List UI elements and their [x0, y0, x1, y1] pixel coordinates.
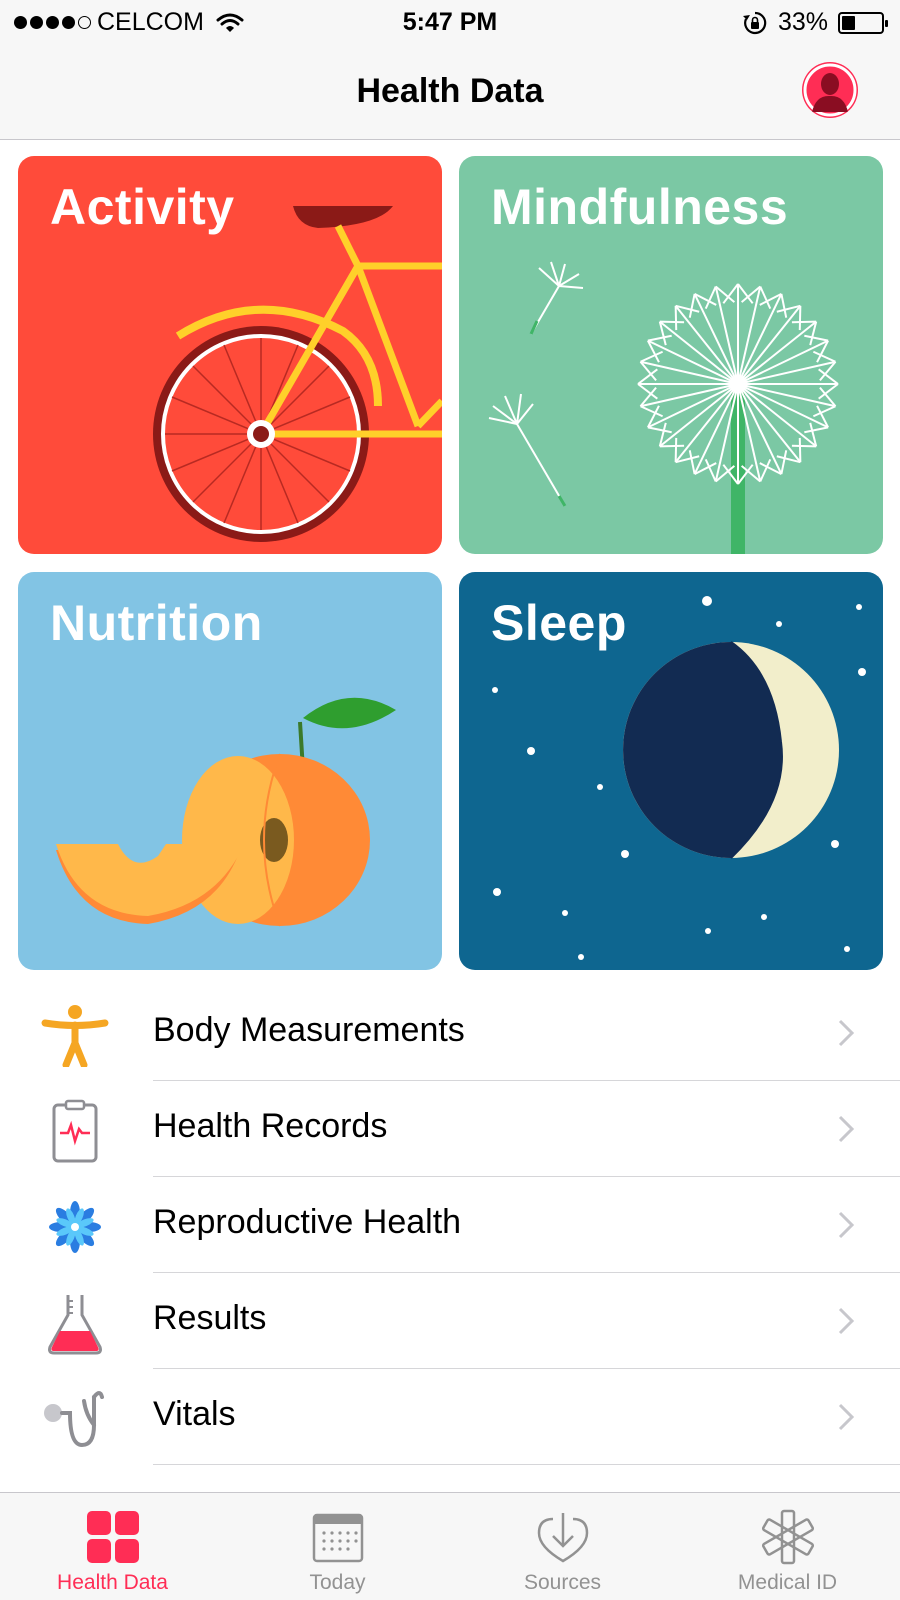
tab-today[interactable]: Today — [225, 1493, 450, 1600]
list-item-label: Vitals — [153, 1395, 236, 1433]
row-separator — [153, 1464, 900, 1465]
list-item-label: Health Records — [153, 1107, 388, 1145]
list-item-body-measurements[interactable]: Body Measurements — [0, 985, 900, 1081]
tab-sources[interactable]: Sources — [450, 1493, 675, 1600]
list-item-label: Results — [153, 1299, 267, 1337]
chevron-right-icon — [838, 1019, 855, 1047]
battery-icon — [838, 11, 888, 34]
flask-icon — [48, 1295, 102, 1355]
tile-mindfulness[interactable]: Mindfulness — [459, 156, 883, 554]
status-bar: CELCOM 5:47 PM 33% — [0, 0, 900, 44]
list-item-label: Reproductive Health — [153, 1203, 462, 1241]
tab-label: Sources — [523, 1571, 602, 1594]
chevron-right-icon — [838, 1307, 855, 1335]
asterisk-icon — [761, 1509, 814, 1565]
tile-title: Sleep — [491, 595, 627, 651]
stethoscope-icon — [44, 1391, 104, 1448]
navigation-bar: Health Data — [0, 44, 900, 140]
heart-download-icon — [537, 1513, 588, 1563]
list-item-health-records[interactable]: Health Records — [0, 1081, 900, 1177]
tile-sleep[interactable]: Sleep — [459, 572, 883, 970]
profile-button[interactable] — [802, 62, 858, 118]
flower-icon — [49, 1201, 101, 1253]
body-figure-icon — [41, 1005, 109, 1067]
category-list: Body Measurements Health Records Reprodu… — [0, 985, 900, 1465]
tile-activity[interactable]: Activity — [18, 156, 442, 554]
tab-label: Today — [309, 1571, 366, 1594]
list-item-reproductive-health[interactable]: Reproductive Health — [0, 1177, 900, 1273]
list-item-vitals[interactable]: Vitals — [0, 1369, 900, 1465]
chevron-right-icon — [838, 1115, 855, 1143]
grid-icon — [86, 1511, 139, 1563]
tile-title: Mindfulness — [491, 179, 789, 235]
battery-level — [842, 15, 855, 30]
chevron-right-icon — [838, 1211, 855, 1239]
tile-nutrition[interactable]: Nutrition — [18, 572, 442, 970]
tab-label: Health Data — [57, 1571, 168, 1594]
list-item-results[interactable]: Results — [0, 1273, 900, 1369]
tile-title: Nutrition — [50, 595, 263, 651]
battery-percent: 33% — [777, 8, 828, 36]
person-icon — [803, 63, 857, 117]
status-right: 33% — [742, 8, 888, 37]
chevron-right-icon — [838, 1403, 855, 1431]
page-title: Health Data — [356, 72, 544, 110]
clipboard-icon — [52, 1099, 98, 1163]
list-item-label: Body Measurements — [153, 1011, 465, 1049]
tab-medical-id[interactable]: Medical ID — [675, 1493, 900, 1600]
calendar-icon — [312, 1513, 363, 1563]
rotation-lock-icon — [742, 11, 767, 34]
tab-label: Medical ID — [737, 1571, 838, 1594]
tab-bar: Health Data Today Sources Medical ID — [0, 1492, 900, 1600]
tab-health-data[interactable]: Health Data — [0, 1493, 225, 1600]
tile-title: Activity — [50, 179, 235, 235]
